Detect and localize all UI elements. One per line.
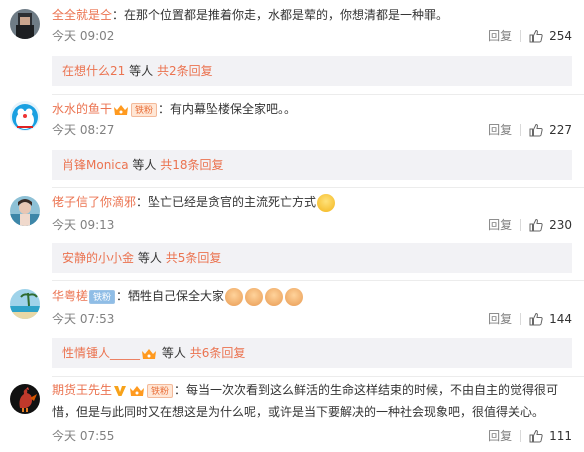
reply-button[interactable]: 回复 [488, 121, 512, 139]
comment-body: 佬子信了你滴邪：坠亡已经是贪官的主流死亡方式 [52, 192, 572, 212]
user-avatar[interactable] [10, 9, 40, 39]
fan-badge: 铁粉 [89, 289, 116, 304]
like-count: 230 [549, 218, 572, 232]
action-separator [520, 313, 522, 325]
reply-button[interactable]: 回复 [488, 27, 512, 45]
like-button[interactable]: 227 [529, 123, 572, 137]
sub-reply-user[interactable]: 在想什么21 [62, 64, 125, 78]
sub-reply-total[interactable]: 共2条回复 [157, 64, 213, 78]
sub-reply-total[interactable]: 共6条回复 [190, 346, 246, 360]
comment-actions: 回复 227 [488, 121, 572, 139]
reply-button[interactable]: 回复 [488, 216, 512, 234]
sub-reply-user[interactable]: 性情锺人_____ [62, 346, 140, 360]
comment-body: 全全就是仝：在那个位置都是推着你走，水都是荤的，你想清都是一种罪。 [52, 5, 572, 25]
comment-text: 每当一次次看到这么鲜活的生命这样结束的时候，不由自主的觉得很可惜，但是与此同时又… [52, 383, 559, 419]
sub-reply-summary[interactable]: 肖锋Monica 等人 共18条回复 [52, 150, 572, 180]
user-avatar[interactable] [10, 384, 40, 414]
colon: ： [174, 383, 187, 397]
colon: ： [158, 102, 171, 116]
comment-meta: 今天 07:55 回复 111 [52, 427, 572, 445]
reply-button[interactable]: 回复 [488, 310, 512, 328]
comment-text: 牺牲自己保全大家 [128, 289, 225, 303]
like-button[interactable]: 230 [529, 218, 572, 232]
divider [52, 280, 584, 281]
colon: ： [136, 195, 149, 209]
comment-time: 今天 07:53 [52, 312, 115, 326]
comment-text: 坠亡已经是贪官的主流死亡方式 [148, 195, 317, 209]
comment-time: 今天 08:27 [52, 123, 115, 137]
user-avatar[interactable] [10, 289, 40, 319]
vip-crown-icon [142, 348, 157, 359]
comment-meta: 今天 09:02 回复 254 [52, 27, 572, 45]
pray-emoji-icon [285, 287, 304, 306]
comment-actions: 回复 254 [488, 27, 572, 45]
like-count: 254 [549, 29, 572, 43]
comment-username[interactable]: 华粤槎 [52, 289, 88, 303]
like-button[interactable]: 111 [529, 429, 572, 443]
comment-meta: 今天 09:13 回复 230 [52, 216, 572, 234]
comment-time: 今天 09:02 [52, 29, 115, 43]
thumbs-up-icon [529, 429, 543, 443]
like-button[interactable]: 254 [529, 29, 572, 43]
verified-v-icon [114, 385, 127, 396]
divider [52, 94, 584, 95]
like-button[interactable]: 144 [529, 312, 572, 326]
comment-body: 水水的鱼干 铁粉 ：有内幕坠楼保全家吧。。 [52, 99, 572, 119]
comment-actions: 回复 230 [488, 216, 572, 234]
divider [52, 376, 584, 377]
thumbs-up-icon [529, 123, 543, 137]
like-count: 144 [549, 312, 572, 326]
action-separator [520, 219, 522, 231]
sub-reply-etc: 等人 [132, 158, 157, 172]
sub-reply-etc: 等人 [161, 346, 186, 360]
sub-reply-summary[interactable]: 在想什么21 等人 共2条回复 [52, 56, 572, 86]
like-count: 111 [549, 429, 572, 443]
thumbs-up-icon [529, 218, 543, 232]
comment-text: 在那个位置都是推着你走，水都是荤的，你想清都是一种罪。 [124, 8, 449, 22]
comment-username[interactable]: 水水的鱼干 [52, 102, 112, 116]
smile-emoji-icon [317, 193, 336, 212]
comment-time: 今天 09:13 [52, 218, 115, 232]
comment-time: 今天 07:55 [52, 429, 115, 443]
sub-reply-summary[interactable]: 安静的小小金 等人 共5条回复 [52, 243, 572, 273]
fan-badge: 铁粉 [131, 102, 158, 117]
fan-badge: 铁粉 [147, 383, 174, 398]
user-avatar[interactable] [10, 196, 40, 226]
thumbs-up-icon [529, 312, 543, 326]
sub-reply-user[interactable]: 肖锋Monica [62, 158, 129, 172]
action-separator [520, 430, 522, 442]
colon: ： [112, 8, 125, 22]
vip-crown-icon [130, 385, 145, 396]
comment-body: 期货王先生 铁粉 ：每当一次次看到这么鲜活的生命这样结束的时候，不由自主的觉得很可惜… [52, 379, 572, 423]
pray-emoji-icon [265, 287, 284, 306]
comment-meta: 今天 08:27 回复 227 [52, 121, 572, 139]
reply-button[interactable]: 回复 [488, 427, 512, 445]
comment-actions: 回复 144 [488, 310, 572, 328]
pray-emoji-icon [225, 287, 244, 306]
sub-reply-etc: 等人 [137, 251, 162, 265]
sub-reply-user[interactable]: 安静的小小金 [62, 251, 134, 265]
colon: ： [116, 289, 129, 303]
comment-body: 华粤槎 铁粉 ：牺牲自己保全大家 [52, 286, 572, 306]
like-count: 227 [549, 123, 572, 137]
comment-username[interactable]: 佬子信了你滴邪 [52, 195, 136, 209]
comment-username[interactable]: 期货王先生 [52, 383, 112, 397]
sub-reply-etc: 等人 [129, 64, 154, 78]
user-avatar[interactable] [10, 101, 40, 131]
sub-reply-total[interactable]: 共18条回复 [160, 158, 223, 172]
action-separator [520, 124, 522, 136]
comment-actions: 回复 111 [488, 427, 572, 445]
sub-reply-summary[interactable]: 性情锺人_____ 等人 共6条回复 [52, 338, 572, 368]
comment-text: 有内幕坠楼保全家吧。。 [170, 102, 297, 116]
thumbs-up-icon [529, 29, 543, 43]
divider [52, 187, 584, 188]
comment-meta: 今天 07:53 回复 144 [52, 310, 572, 328]
sub-reply-total[interactable]: 共5条回复 [166, 251, 222, 265]
comment-username[interactable]: 全全就是仝 [52, 8, 112, 22]
action-separator [520, 30, 522, 42]
pray-emoji-icon [245, 287, 264, 306]
vip-crown-icon [114, 104, 129, 115]
